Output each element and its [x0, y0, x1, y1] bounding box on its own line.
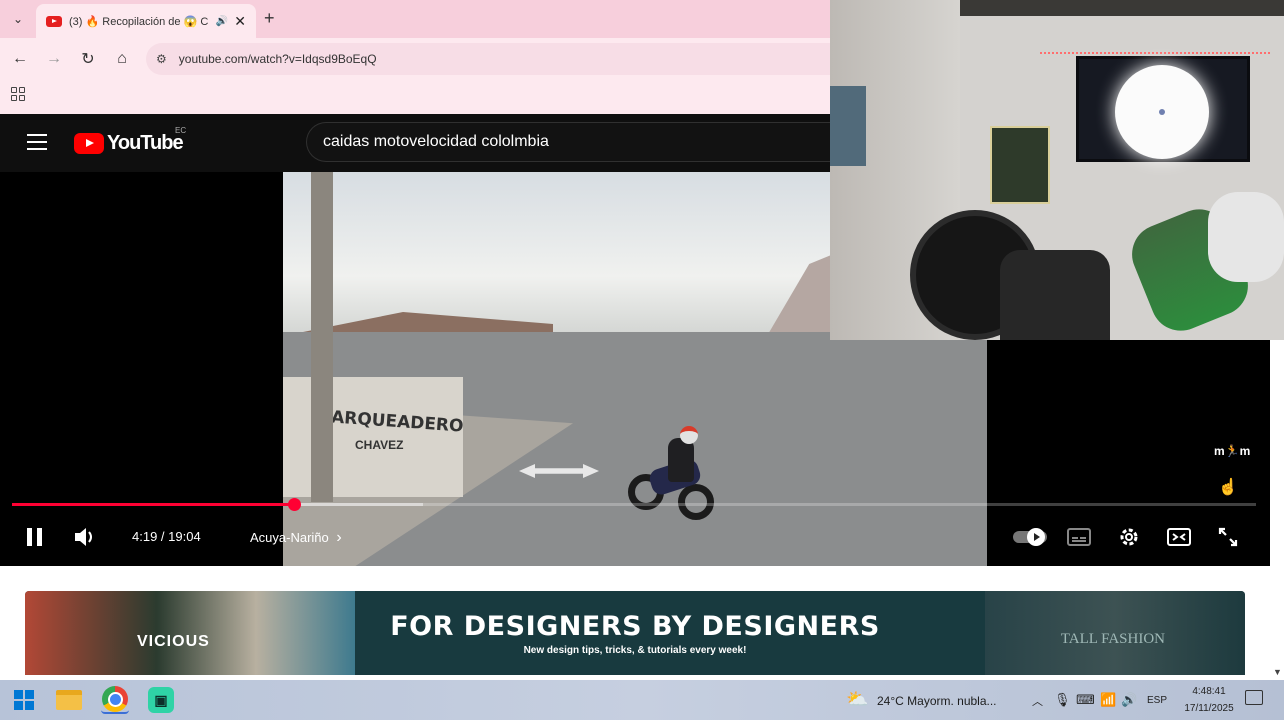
scroll-down-arrow-icon[interactable]: ▼	[1273, 667, 1282, 677]
file-explorer-button[interactable]	[55, 686, 83, 714]
new-tab-button[interactable]: +	[264, 8, 275, 29]
reload-button[interactable]: ↻	[77, 48, 99, 70]
notifications-icon[interactable]	[1245, 690, 1263, 705]
webcam-led-strip	[1040, 52, 1270, 54]
tab-search-button[interactable]: ⌄	[6, 8, 30, 30]
tab-title: (3) 🔥 Recopilación de 😱 C	[69, 15, 209, 28]
settings-button[interactable]	[1117, 525, 1141, 549]
youtube-logo[interactable]: YouTube	[74, 132, 184, 155]
keyboard-icon[interactable]: ⌨	[1076, 692, 1095, 708]
pause-icon	[26, 528, 32, 546]
subtitles-icon	[1067, 528, 1091, 546]
progress-scrubber-handle[interactable]	[287, 498, 301, 511]
ad-art-text-right: TALL FASHION	[1060, 631, 1165, 647]
forward-button[interactable]: →	[43, 48, 65, 70]
folder-icon	[56, 690, 82, 710]
microphone-icon[interactable]: 🎙	[1054, 692, 1071, 708]
youtube-logo-text: YouTube	[107, 132, 184, 154]
video-pole	[311, 172, 333, 502]
bookmarks-bar	[0, 80, 830, 114]
page-scrollbar[interactable]	[1270, 566, 1284, 680]
ad-banner[interactable]: VICIOUS TALL FASHION FOR DESIGNERS BY DE…	[25, 591, 1245, 675]
chrome-icon	[102, 686, 128, 712]
chapter-title: Acuya-Nariño	[250, 530, 329, 545]
back-button[interactable]: ←	[9, 48, 31, 70]
volume-button[interactable]	[72, 525, 98, 549]
gear-icon	[1120, 528, 1138, 546]
weather-cloud-sun-icon[interactable]: ⛅	[846, 689, 868, 710]
time-display: 4:19 / 19:04	[132, 529, 201, 544]
webcam-bottle-cap	[1208, 192, 1284, 282]
language-indicator[interactable]: ESP	[1147, 695, 1167, 706]
volume-icon	[75, 528, 92, 546]
video-motorcycle	[628, 426, 718, 524]
webcam-painting	[990, 126, 1050, 204]
autoplay-toggle[interactable]	[1013, 528, 1047, 546]
hand-cursor-icon: ☝	[1218, 479, 1238, 496]
subtitles-button[interactable]	[1067, 527, 1091, 547]
pause-button[interactable]	[22, 525, 46, 549]
active-tab[interactable]: (3) 🔥 Recopilación de 😱 C 🔊 ✕	[36, 4, 256, 38]
app-icon: ▣	[148, 687, 174, 713]
chrome-button[interactable]	[101, 686, 129, 714]
chevron-right-icon: ›	[336, 529, 342, 546]
home-button[interactable]: ⌂	[111, 48, 133, 70]
ad-subtitle: New design tips, tricks, & tutorials eve…	[523, 645, 747, 656]
ad-art-text: VICIOUS	[137, 633, 210, 650]
weather-widget[interactable]: 24°C Mayorm. nubla...	[877, 694, 997, 708]
tray-chevron-up-icon[interactable]: ︿	[1032, 693, 1043, 709]
screen: ⌄ (3) 🔥 Recopilación de 😱 C 🔊 ✕ + ← → ↻ …	[0, 0, 1284, 720]
search-input[interactable]: caidas motovelocidad cololmbia	[306, 122, 830, 162]
webcam-painting-left	[830, 86, 866, 166]
video-wall	[283, 377, 463, 497]
youtube-logo-icon	[74, 133, 104, 154]
apps-grid-icon[interactable]	[11, 87, 25, 101]
windows-icon	[14, 690, 34, 710]
chapter-button[interactable]: Acuya-Nariño ›	[250, 529, 342, 547]
speaker-icon[interactable]: 🔊	[1121, 692, 1137, 708]
webcam-tv	[1076, 56, 1250, 162]
player-letterbox-left	[0, 172, 283, 566]
address-bar[interactable]: ⚙ youtube.com/watch?v=Idqsd9BoEqQ	[146, 43, 830, 75]
webcam-overlay	[830, 0, 1284, 340]
tab-close-button[interactable]: ✕	[234, 13, 246, 30]
country-code: EC	[175, 126, 187, 135]
clock-time[interactable]: 4:48:41	[1178, 686, 1240, 697]
app-button[interactable]: ▣	[147, 686, 175, 714]
start-button[interactable]	[10, 686, 38, 714]
theater-icon	[1167, 528, 1191, 546]
search-query-text: caidas motovelocidad cololmbia	[323, 133, 549, 150]
wifi-icon[interactable]: 📶	[1100, 692, 1116, 708]
ad-title: FOR DESIGNERS BY DESIGNERS	[390, 611, 880, 642]
play-icon	[1027, 528, 1045, 546]
theater-mode-button[interactable]	[1166, 526, 1192, 548]
site-info-icon[interactable]: ⚙	[156, 52, 167, 66]
webcam-chair	[1000, 250, 1110, 340]
browser-toolbar: ← → ↻ ⌂ ⚙ youtube.com/watch?v=Idqsd9BoEq…	[0, 38, 830, 80]
progress-played	[12, 503, 294, 506]
youtube-favicon-icon	[46, 15, 62, 27]
channel-watermark[interactable]: m🏃m	[1214, 444, 1250, 458]
menu-icon[interactable]	[27, 134, 47, 150]
fullscreen-button[interactable]	[1215, 525, 1241, 549]
video-wall-text-2: CHAVEZ	[355, 438, 404, 452]
tab-audio-icon[interactable]: 🔊	[216, 16, 228, 27]
url-text[interactable]: youtube.com/watch?v=Idqsd9BoEqQ	[179, 52, 377, 66]
fullscreen-icon	[1218, 527, 1238, 547]
clock-date[interactable]: 17/11/2025	[1178, 703, 1240, 714]
